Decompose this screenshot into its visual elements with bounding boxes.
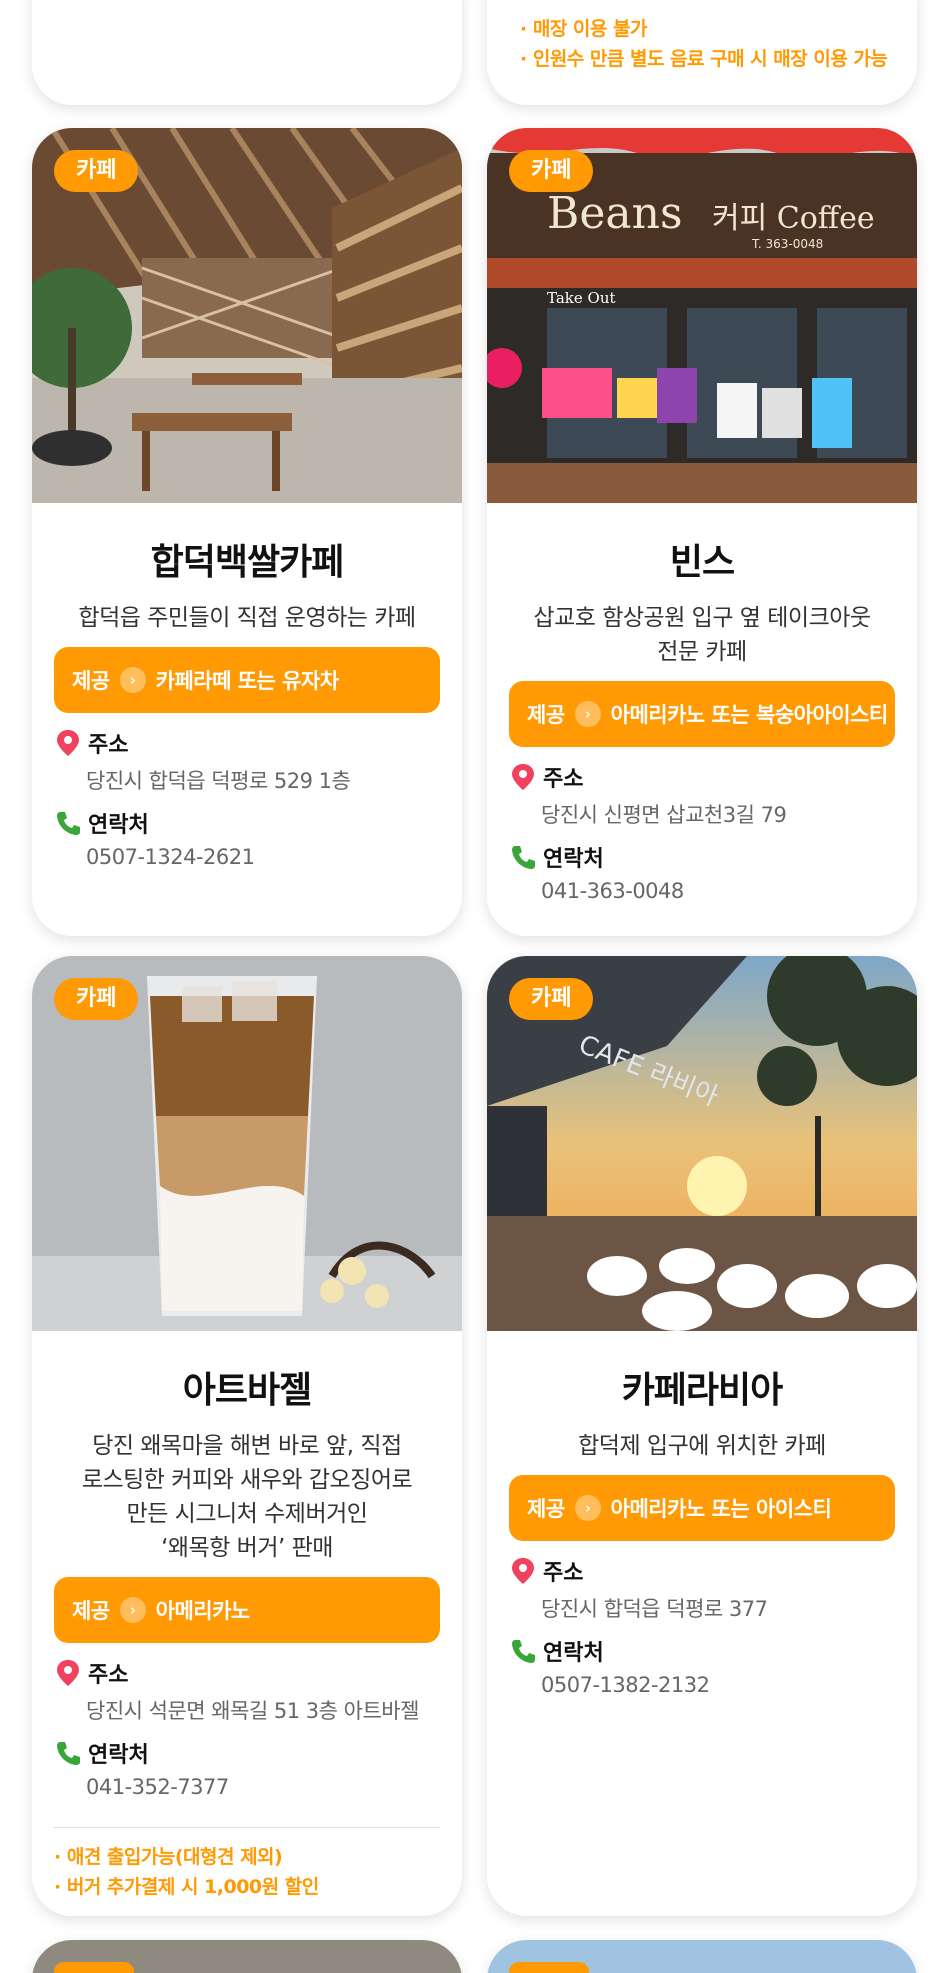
phone-icon	[512, 1640, 535, 1663]
map-pin-icon	[57, 730, 79, 756]
phone-value[interactable]: 0507-1324-2621	[54, 845, 440, 869]
category-badge: 카페	[509, 978, 594, 1020]
cafe-photo: Beans 커피 Coffee T. 363-0048 Take Out 카페	[487, 128, 917, 503]
svg-text:Beans: Beans	[547, 188, 683, 239]
note-item: · 버거 추가결제 시 1,000원 할인	[54, 1876, 319, 1898]
contact-label-row: 연락처	[509, 1635, 895, 1667]
cafe-name: 카페라비아	[621, 1370, 784, 1411]
svg-text:T. 363-0048: T. 363-0048	[751, 237, 823, 251]
cafe-description: 당진 왜목마을 해변 바로 앞, 직접 로스팅한 커피와 새우와 갑오징어로 만…	[54, 1429, 440, 1565]
partial-photo	[32, 1940, 462, 1973]
address-value: 당진시 신평면 삽교천3길 79	[541, 803, 787, 827]
info-section: 주소 당진시 합덕읍 덕평로 529 1층 연락처 0507-1324-2621	[54, 727, 440, 869]
cafe-photo: CAFE 라비아 카페	[487, 956, 917, 1331]
map-pin-icon	[512, 1558, 534, 1584]
cafe-name: 빈스	[669, 542, 735, 583]
offer-label: 제공	[72, 669, 110, 693]
category-badge: 카페	[509, 150, 594, 192]
cafe-description: 합덕제 입구에 위치한 카페	[509, 1429, 895, 1463]
description-line: 합덕제 입구에 위치한 카페	[578, 1433, 826, 1459]
description-line: 전문 카페	[657, 639, 747, 665]
cafe-description: 합덕읍 주민들이 직접 운영하는 카페	[54, 601, 440, 635]
offer-banner: 제공 › 아메리카노 또는 복숭아아이스티	[509, 681, 895, 747]
chevron-right-icon: ›	[574, 1495, 601, 1521]
contact-label-row: 연락처	[54, 807, 440, 839]
address-label-row: 주소	[54, 727, 440, 759]
info-section: 주소 당진시 신평면 삽교천3길 79 연락처 041-363-0048	[509, 761, 895, 903]
cafe-photo: 카페	[32, 128, 462, 503]
cafe-name: 아트바젤	[182, 1370, 312, 1411]
cafe-card[interactable]: CAFE 라비아 카페 카페라비아 합덕제 입구에 위치한 카페 제공 › 아메…	[487, 956, 917, 1916]
address-label: 주소	[543, 767, 584, 792]
cafe-description: 삽교호 함상공원 입구 옆 테이크아웃 전문 카페	[509, 601, 895, 669]
address-label-row: 주소	[54, 1657, 440, 1689]
contact-label: 연락처	[543, 1641, 604, 1666]
contact-label-row: 연락처	[54, 1737, 440, 1769]
chevron-right-icon: ›	[119, 1597, 146, 1623]
map-pin-icon	[512, 764, 534, 790]
svg-text:커피 Coffee: 커피 Coffee	[712, 201, 875, 236]
cafe-photo: 카페	[32, 956, 462, 1331]
address-label: 주소	[88, 733, 129, 758]
category-badge: 카페	[54, 978, 139, 1020]
phone-icon	[57, 1742, 80, 1765]
svg-text:Take Out: Take Out	[547, 289, 616, 307]
contact-label: 연락처	[88, 813, 149, 838]
cafe-card[interactable]: 카페 합덕백쌀카페 합덕읍 주민들이 직접 운영하는 카페 제공 › 카페라떼 …	[32, 128, 462, 936]
cafe-name: 합덕백쌀카페	[150, 542, 345, 583]
partial-card-left-bottom	[32, 1940, 462, 1973]
address-label-row: 주소	[509, 1555, 895, 1587]
description-line: ‘왜목항 버거’ 판매	[161, 1535, 333, 1561]
offer-label: 제공	[527, 703, 565, 727]
notes: · 애견 출입가능(대형견 제외) · 버거 추가결제 시 1,000원 할인	[54, 1827, 440, 1902]
offer-banner: 제공 › 아메리카노	[54, 1577, 440, 1643]
offer-label: 제공	[72, 1599, 110, 1623]
address-value: 당진시 석문면 왜목길 51 3층 아트바젤	[86, 1699, 419, 1723]
offer-item: 아메리카노	[155, 1599, 251, 1623]
offer-label: 제공	[527, 1497, 565, 1521]
partial-card-right-bottom	[487, 1940, 917, 1973]
offer-banner: 제공 › 아메리카노 또는 아이스티	[509, 1475, 895, 1541]
offer-item: 아메리카노 또는 복숭아아이스티	[610, 703, 889, 727]
offer-item: 아메리카노 또는 아이스티	[610, 1497, 832, 1521]
phone-value[interactable]: 0507-1382-2132	[509, 1673, 895, 1697]
partial-card-left	[32, 0, 462, 105]
note-item: · 매장 이용 불가	[520, 18, 647, 40]
cafe-list-page: · 매장 이용 불가 · 인원수 만큼 별도 음료 구매 시 매장 이용 가능	[0, 0, 950, 1973]
contact-label-row: 연락처	[509, 841, 895, 873]
partial-photo	[487, 1940, 917, 1973]
note-item: · 애견 출입가능(대형견 제외)	[54, 1846, 283, 1868]
cafe-card[interactable]: Beans 커피 Coffee T. 363-0048 Take Out 카페 …	[487, 128, 917, 936]
address-value: 당진시 합덕읍 덕평로 377	[541, 1597, 768, 1621]
contact-label: 연락처	[543, 847, 604, 872]
address-label: 주소	[88, 1663, 129, 1688]
chevron-right-icon: ›	[119, 667, 146, 693]
description-line: 합덕읍 주민들이 직접 운영하는 카페	[78, 605, 416, 631]
contact-label: 연락처	[88, 1743, 149, 1768]
category-badge: 카페	[54, 150, 139, 192]
phone-icon	[57, 812, 80, 835]
phone-icon	[512, 846, 535, 869]
note-item: · 인원수 만큼 별도 음료 구매 시 매장 이용 가능	[520, 48, 888, 70]
map-pin-icon	[57, 1660, 79, 1686]
info-section: 주소 당진시 합덕읍 덕평로 377 연락처 0507-1382-2132	[509, 1555, 895, 1697]
chevron-right-icon: ›	[574, 701, 601, 727]
address-label-row: 주소	[509, 761, 895, 793]
description-line: 만든 시그니처 수제버거인	[126, 1501, 368, 1527]
top-notes: · 매장 이용 불가 · 인원수 만큼 별도 음료 구매 시 매장 이용 가능	[520, 14, 888, 74]
info-section: 주소 당진시 석문면 왜목길 51 3층 아트바젤 연락처 041-352-73…	[54, 1657, 440, 1799]
cafe-card[interactable]: 카페 아트바젤 당진 왜목마을 해변 바로 앞, 직접 로스팅한 커피와 새우와…	[32, 956, 462, 1916]
offer-item: 카페라떼 또는 유자차	[155, 669, 340, 693]
description-line: 삽교호 함상공원 입구 옆 테이크아웃	[533, 605, 871, 631]
description-line: 당진 왜목마을 해변 바로 앞, 직접	[92, 1433, 402, 1459]
phone-value[interactable]: 041-352-7377	[54, 1775, 440, 1799]
description-line: 로스팅한 커피와 새우와 갑오징어로	[81, 1467, 413, 1493]
offer-banner: 제공 › 카페라떼 또는 유자차	[54, 647, 440, 713]
address-label: 주소	[543, 1561, 584, 1586]
address-value: 당진시 합덕읍 덕평로 529 1층	[86, 769, 351, 793]
phone-value[interactable]: 041-363-0048	[509, 879, 895, 903]
